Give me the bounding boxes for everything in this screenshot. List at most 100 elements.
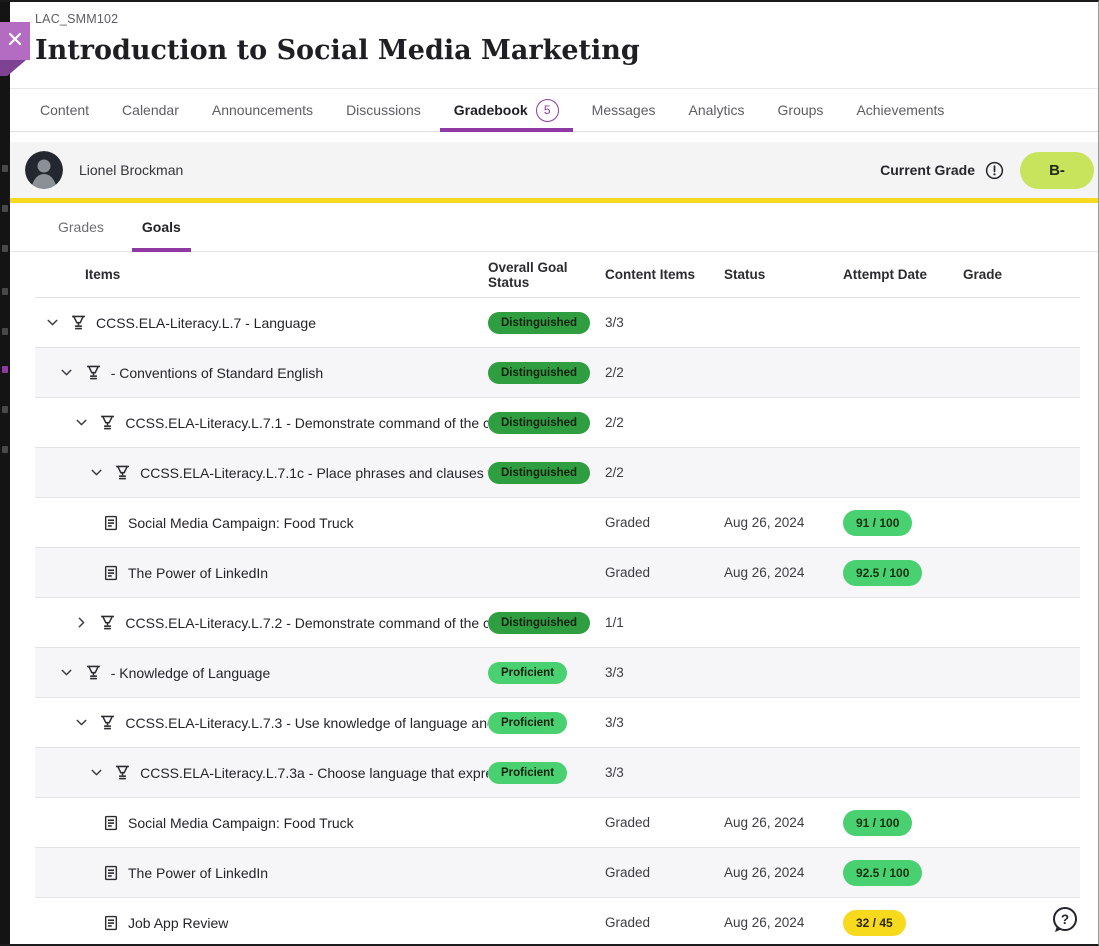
- goal-row[interactable]: - Conventions of Standard English Distin…: [35, 347, 1080, 397]
- gradebook-subtabs: Grades Goals: [10, 203, 1098, 252]
- chevron-down-icon[interactable]: [58, 364, 76, 382]
- tab-grades[interactable]: Grades: [48, 203, 114, 251]
- goal-trophy-icon: [114, 764, 131, 781]
- row-label: The Power of LinkedIn: [128, 565, 268, 581]
- goal-row[interactable]: CCSS.ELA-Literacy.L.7.3a - Choose langua…: [35, 747, 1080, 797]
- goal-status-badge: Distinguished: [488, 412, 590, 434]
- content-item-row[interactable]: Job App Review Graded Aug 26, 2024 32 / …: [35, 897, 1080, 946]
- chevron-down-icon[interactable]: [87, 464, 105, 482]
- chevron-down-icon[interactable]: [58, 664, 76, 682]
- hidden-nav-icon: [2, 165, 8, 172]
- grade-pill[interactable]: 92.5 / 100: [843, 560, 922, 586]
- goal-status-badge: Distinguished: [488, 362, 590, 384]
- goal-status-badge: Distinguished: [488, 462, 590, 484]
- content-item-row[interactable]: Social Media Campaign: Food Truck Graded…: [35, 497, 1080, 547]
- nav-tab-label: Groups: [778, 102, 824, 118]
- chevron-down-icon[interactable]: [43, 314, 61, 332]
- chevron-right-icon[interactable]: [72, 614, 90, 632]
- goal-row[interactable]: CCSS.ELA-Literacy.L.7.3 - Use knowledge …: [35, 697, 1080, 747]
- column-header-overall-goal-status: Overall Goal Status: [488, 260, 605, 290]
- grade-pill[interactable]: 91 / 100: [843, 810, 912, 836]
- student-name: Lionel Brockman: [79, 162, 183, 178]
- chevron-down-icon[interactable]: [87, 764, 105, 782]
- row-name-cell: CCSS.ELA-Literacy.L.7 - Language: [35, 314, 488, 332]
- goal-status-badge: Proficient: [488, 712, 567, 734]
- goal-trophy-icon: [99, 714, 116, 731]
- nav-tab-label: Calendar: [122, 102, 179, 118]
- hidden-nav-icon: [2, 328, 8, 335]
- grade-pill[interactable]: 32 / 45: [843, 910, 906, 936]
- help-button[interactable]: ?: [1049, 904, 1081, 936]
- attempt-status: Graded: [605, 865, 724, 880]
- row-name-cell: CCSS.ELA-Literacy.L.7.3 - Use knowledge …: [35, 714, 488, 732]
- current-grade-pill[interactable]: B-: [1020, 152, 1094, 189]
- nav-tab-groups[interactable]: Groups: [773, 89, 829, 131]
- collapsed-base-nav[interactable]: [0, 2, 10, 944]
- nav-tab-messages[interactable]: Messages: [587, 89, 661, 131]
- tab-goals[interactable]: Goals: [132, 203, 191, 251]
- column-header-grade: Grade: [963, 267, 1080, 282]
- attempt-date: Aug 26, 2024: [724, 565, 843, 580]
- avatar[interactable]: [25, 151, 63, 189]
- info-icon[interactable]: [985, 161, 1004, 180]
- row-label: CCSS.ELA-Literacy.L.7 - Language: [96, 315, 316, 331]
- nav-tab-label: Analytics: [688, 102, 744, 118]
- nav-tab-gradebook[interactable]: Gradebook 5: [449, 89, 564, 131]
- document-icon: [103, 915, 119, 931]
- hidden-nav-icon: [2, 288, 8, 295]
- content-items-count: 3/3: [605, 715, 724, 730]
- nav-tab-announcements[interactable]: Announcements: [207, 89, 318, 131]
- row-name-cell: The Power of LinkedIn: [35, 565, 488, 581]
- nav-tab-label: Messages: [592, 102, 656, 118]
- content-items-count: 3/3: [605, 665, 724, 680]
- nav-tab-calendar[interactable]: Calendar: [117, 89, 184, 131]
- goal-status-badge: Distinguished: [488, 312, 590, 334]
- goal-trophy-icon: [99, 614, 116, 631]
- nav-tab-analytics[interactable]: Analytics: [683, 89, 749, 131]
- goal-row[interactable]: - Knowledge of Language Proficient 3/3: [35, 647, 1080, 697]
- current-grade-label: Current Grade: [880, 162, 975, 178]
- row-name-cell: CCSS.ELA-Literacy.L.7.2 - Demonstrate co…: [35, 614, 488, 632]
- document-icon: [103, 865, 119, 881]
- grade-pill[interactable]: 92.5 / 100: [843, 860, 922, 886]
- attempt-date: Aug 26, 2024: [724, 915, 843, 930]
- attempt-date: Aug 26, 2024: [724, 515, 843, 530]
- attempt-status: Graded: [605, 915, 724, 930]
- goal-row[interactable]: CCSS.ELA-Literacy.L.7.2 - Demonstrate co…: [35, 597, 1080, 647]
- content-item-row[interactable]: The Power of LinkedIn Graded Aug 26, 202…: [35, 847, 1080, 897]
- goal-row[interactable]: CCSS.ELA-Literacy.L.7 - Language Disting…: [35, 297, 1080, 347]
- nav-tab-content[interactable]: Content: [35, 89, 94, 131]
- grade-pill[interactable]: 91 / 100: [843, 510, 912, 536]
- attempt-status: Graded: [605, 815, 724, 830]
- close-icon: [8, 32, 22, 51]
- row-label: - Conventions of Standard English: [111, 365, 323, 381]
- row-label: CCSS.ELA-Literacy.L.7.1 - Demonstrate co…: [125, 415, 488, 431]
- course-nav: Content Calendar Announcements Discussio…: [10, 88, 1098, 132]
- nav-tab-count-badge: 5: [536, 99, 559, 122]
- chevron-down-icon[interactable]: [72, 714, 90, 732]
- goal-status-badge: Proficient: [488, 762, 567, 784]
- content-item-row[interactable]: Social Media Campaign: Food Truck Graded…: [35, 797, 1080, 847]
- chevron-down-icon[interactable]: [72, 414, 90, 432]
- content-items-count: 2/2: [605, 415, 724, 430]
- goal-row[interactable]: CCSS.ELA-Literacy.L.7.1 - Demonstrate co…: [35, 397, 1080, 447]
- attempt-date: Aug 26, 2024: [724, 865, 843, 880]
- tab-grades-label: Grades: [58, 219, 104, 235]
- column-header-items: Items: [35, 267, 488, 282]
- content-item-row[interactable]: The Power of LinkedIn Graded Aug 26, 202…: [35, 547, 1080, 597]
- row-name-cell: CCSS.ELA-Literacy.L.7.1 - Demonstrate co…: [35, 414, 488, 432]
- nav-tab-label: Announcements: [212, 102, 313, 118]
- close-tab-fold: [0, 60, 26, 76]
- document-icon: [103, 565, 119, 581]
- row-label: Social Media Campaign: Food Truck: [128, 815, 354, 831]
- goal-row[interactable]: CCSS.ELA-Literacy.L.7.1c - Place phrases…: [35, 447, 1080, 497]
- row-label: - Knowledge of Language: [111, 665, 271, 681]
- hidden-nav-icon: [2, 245, 8, 252]
- close-panel-button[interactable]: [0, 22, 30, 60]
- goal-status-badge: Proficient: [488, 662, 567, 684]
- course-id: LAC_SMM102: [35, 12, 1078, 26]
- nav-tab-achievements[interactable]: Achievements: [851, 89, 949, 131]
- nav-tab-discussions[interactable]: Discussions: [341, 89, 426, 131]
- content-items-count: 3/3: [605, 765, 724, 780]
- tab-goals-label: Goals: [142, 219, 181, 235]
